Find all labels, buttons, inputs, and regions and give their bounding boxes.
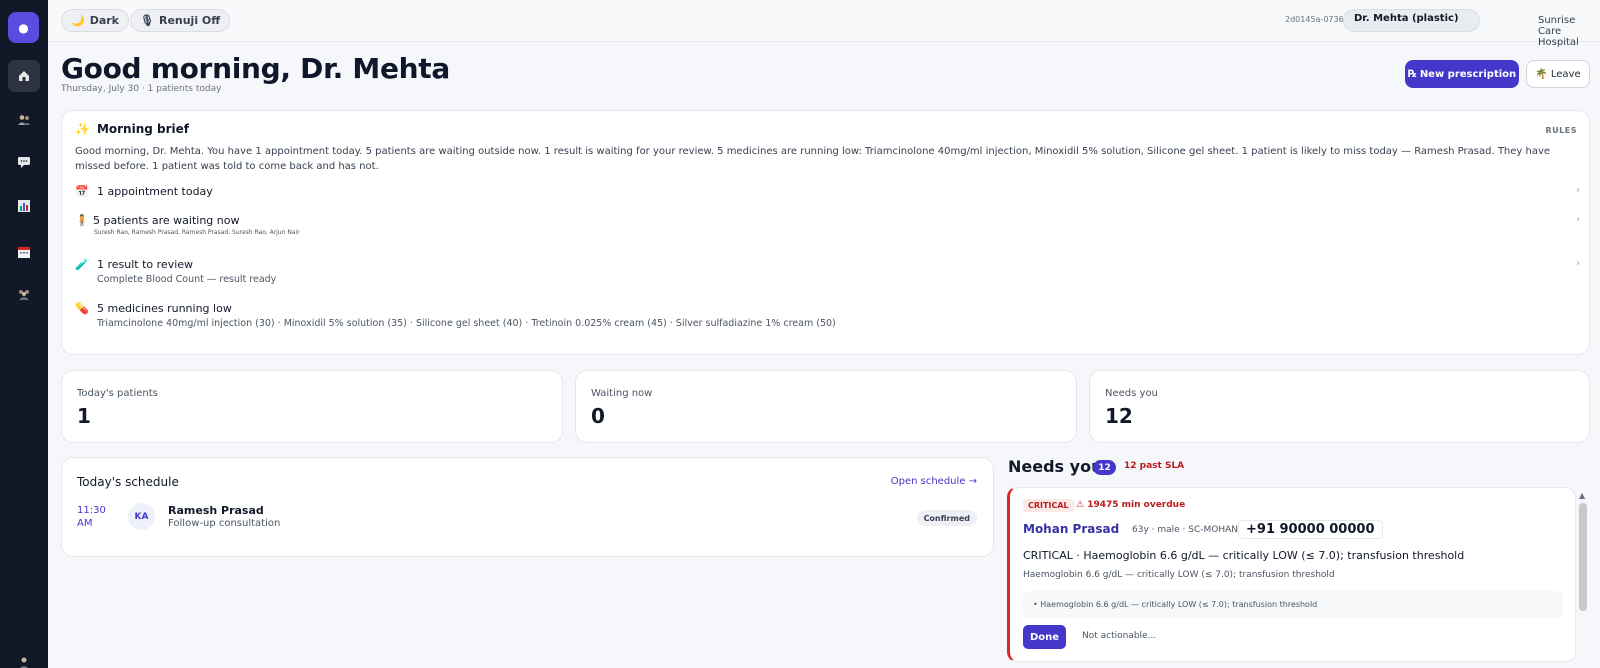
dark-mode-label: Dark [89, 14, 119, 27]
done-button[interactable]: Done [1023, 625, 1066, 649]
dark-mode-toggle[interactable]: 🌙 Dark [61, 9, 129, 32]
brief-item-detail: Triamcinolone 40mg/ml injection (30) · M… [97, 318, 836, 329]
severity-badge: CRITICAL [1023, 499, 1074, 512]
open-schedule-link[interactable]: Open schedule → [891, 476, 977, 487]
brief-summary: Good morning, Dr. Mehta. You have 1 appo… [75, 146, 1551, 172]
stat-label: Today's patients [77, 388, 158, 399]
chevron-right-icon: › [1576, 214, 1580, 225]
status-badge: Confirmed [916, 510, 977, 526]
brief-item-detail: Suresh Rao, Ramesh Prasad, Ramesh Prasad… [94, 229, 300, 236]
alert-subtitle: Haemoglobin 6.6 g/dL — critically LOW (≤… [1023, 570, 1335, 580]
alert-patient-name[interactable]: Mohan Prasad [1023, 522, 1119, 536]
test-tube-icon: 🧪 [75, 258, 89, 271]
calendar-icon[interactable] [8, 236, 40, 268]
page-subtitle: Thursday, July 30 · 1 patients today [61, 84, 222, 94]
top-bar: 🌙 Dark 🎙 Renuji Off 2d0145a-0736 Dr. Meh… [48, 0, 1600, 48]
schedule-card: Today's schedule Open schedule → 11:30 A… [61, 457, 994, 557]
appointment-time: 11:30 AM [77, 505, 106, 529]
brief-item-label: 1 appointment today [97, 185, 213, 198]
patient-meta: 63y · male · SC-MOHAN [1132, 525, 1239, 535]
new-prescription-label: New prescription [1419, 68, 1517, 80]
critical-alert-card: CRITICAL ⚠ 19475 min overdue Mohan Prasa… [1007, 487, 1576, 662]
waiting-person-icon: 🧍 [75, 214, 89, 227]
leave-label: Leave [1550, 68, 1581, 80]
app-logo-icon[interactable]: ● [8, 12, 39, 43]
appointment-patient-name[interactable]: Ramesh Prasad [168, 504, 264, 517]
hospital-name: Sunrise Care Hospital [1538, 15, 1579, 48]
scroll-up-icon[interactable]: ▲ [1579, 491, 1585, 500]
chevron-right-icon: › [1576, 258, 1580, 269]
leave-button[interactable]: 🌴 Leave [1526, 60, 1590, 88]
new-prescription-button[interactable]: ℞ New prescription [1405, 60, 1519, 88]
session-id: 2d0145a-0736 [1285, 15, 1344, 24]
needs-you-title: Needs you [1008, 457, 1103, 476]
brief-item-label: 5 medicines running low [97, 302, 232, 315]
chevron-right-icon: › [1576, 185, 1580, 196]
stat-value: 12 [1105, 404, 1133, 428]
home-icon[interactable] [8, 60, 40, 92]
patient-phone[interactable]: +91 90000 00000 [1238, 520, 1383, 539]
stat-card-waiting-now[interactable]: Waiting now 0 [575, 370, 1077, 443]
alert-title: CRITICAL · Haemoglobin 6.6 g/dL — critic… [1023, 549, 1465, 562]
scroll-thumb[interactable] [1579, 503, 1587, 611]
sla-breach-label: 12 past SLA [1124, 461, 1185, 471]
brief-item-label: 5 patients are waiting now [93, 214, 240, 227]
renuji-toggle[interactable]: 🎙 Renuji Off [130, 9, 231, 32]
stat-value: 1 [77, 404, 91, 428]
stat-value: 0 [591, 404, 605, 428]
user-select[interactable]: Dr. Mehta (plastic) [1343, 9, 1480, 32]
sparkle-icon: ✨ [75, 122, 90, 136]
stat-label: Waiting now [591, 388, 653, 399]
renuji-label: Renuji Off [158, 14, 221, 27]
pill-icon: 💊 [75, 302, 89, 315]
needs-scrollbar[interactable]: ▲ [1579, 491, 1587, 615]
needs-count-badge: 12 [1093, 460, 1116, 475]
overdue-label: ⚠ 19475 min overdue [1076, 500, 1186, 510]
brief-item-label: 1 result to review [97, 258, 194, 271]
morning-brief-heading: ✨ Morning brief [75, 122, 189, 136]
chat-icon[interactable] [8, 146, 40, 178]
stat-card-todays-patients[interactable]: Today's patients 1 [61, 370, 563, 443]
page-title: Good morning, Dr. Mehta [61, 52, 450, 85]
patients-icon[interactable] [8, 104, 40, 136]
rules-label[interactable]: RULES [1546, 126, 1577, 135]
alert-detail: • Haemoglobin 6.6 g/dL — critically LOW … [1023, 591, 1563, 618]
moon-icon: 🌙 [71, 14, 85, 27]
sidebar: ● [0, 0, 48, 668]
not-actionable-button[interactable]: Not actionable... [1082, 631, 1156, 641]
stat-label: Needs you [1105, 388, 1158, 399]
stat-card-needs-you[interactable]: Needs you 12 [1089, 370, 1590, 443]
morning-brief-title: Morning brief [96, 122, 190, 136]
chart-icon[interactable] [8, 190, 40, 222]
morning-brief-card: ✨ Morning brief RULES Good morning, Dr. … [61, 110, 1590, 355]
prescription-icon: ℞ [1407, 68, 1417, 80]
profile-icon[interactable] [8, 646, 40, 668]
calendar-icon: 📅 [75, 185, 89, 198]
appointment-type: Follow-up consultation [168, 518, 281, 529]
schedule-title: Today's schedule [77, 475, 179, 489]
team-icon[interactable] [8, 278, 40, 310]
avatar: KA [128, 503, 155, 530]
microphone-icon: 🎙 [140, 14, 154, 27]
brief-item-detail: Complete Blood Count — result ready [97, 274, 277, 285]
palm-tree-icon: 🌴 [1535, 68, 1548, 80]
